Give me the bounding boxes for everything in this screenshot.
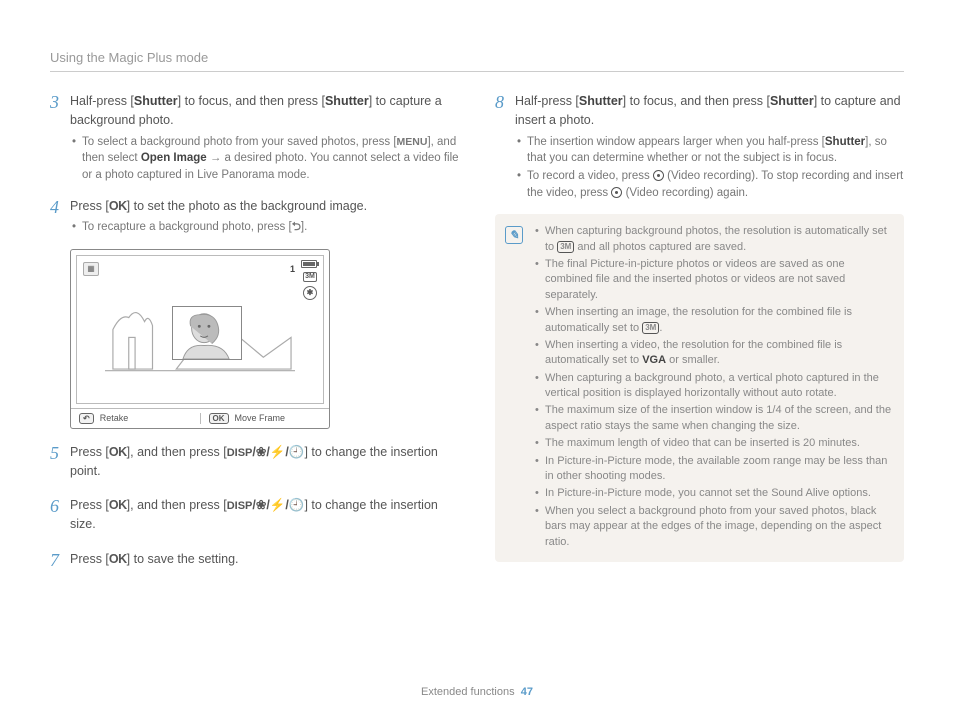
right-column: 8 Half-press [Shutter] to focus, and the… — [495, 92, 904, 585]
resolution-icon: 3M — [303, 272, 317, 282]
battery-icon — [301, 260, 317, 268]
note-icon: ✎ — [505, 226, 523, 244]
step-6: 6 Press [OK], and then press [DISP/❀/⚡/🕘… — [50, 496, 459, 538]
note-box: ✎ When capturing background photos, the … — [495, 214, 904, 562]
step-number: 4 — [50, 197, 66, 237]
page-header: Using the Magic Plus mode — [50, 50, 904, 72]
step-text: Half-press [Shutter] to focus, and then … — [70, 92, 459, 130]
step-number: 5 — [50, 443, 66, 485]
step-4: 4 Press [OK] to set the photo as the bac… — [50, 197, 459, 237]
ok-button-icon: OK — [209, 413, 229, 424]
step-sub-bullet: The insertion window appears larger when… — [515, 134, 904, 167]
step-text: Half-press [Shutter] to focus, and then … — [515, 92, 904, 130]
note-item: When inserting a video, the resolution f… — [533, 338, 894, 369]
step-sub-bullet: To recapture a background photo, press [… — [70, 219, 459, 236]
step-sub-bullet: To select a background photo from your s… — [70, 134, 459, 184]
retake-label: Retake — [100, 413, 129, 423]
insertion-frame — [172, 306, 242, 360]
content-columns: 3 Half-press [Shutter] to focus, and the… — [50, 92, 904, 585]
note-item: The final Picture-in-picture photos or v… — [533, 257, 894, 303]
step-number: 6 — [50, 496, 66, 538]
record-icon — [611, 187, 622, 198]
note-item: When inserting an image, the resolution … — [533, 305, 894, 336]
page-footer: Extended functions 47 — [0, 686, 954, 698]
step-7: 7 Press [OK] to save the setting. — [50, 550, 459, 573]
note-item: In Picture-in-Picture mode, you cannot s… — [533, 486, 894, 501]
step-text: Press [OK], and then press [DISP/❀/⚡/🕘] … — [70, 443, 459, 481]
step-text: Press [OK] to set the photo as the backg… — [70, 197, 459, 216]
step-number: 3 — [50, 92, 66, 185]
note-item: In Picture-in-Picture mode, the availabl… — [533, 454, 894, 485]
mode-icon: ▦ — [83, 262, 99, 276]
note-item: When you select a background photo from … — [533, 504, 894, 550]
left-column: 3 Half-press [Shutter] to focus, and the… — [50, 92, 459, 585]
camera-screen-illustration: ▦ 1 3M ✱ — [70, 249, 330, 429]
counter: 1 — [290, 264, 295, 274]
footer-section: Extended functions — [421, 686, 515, 698]
record-icon — [653, 170, 664, 181]
step-3: 3 Half-press [Shutter] to focus, and the… — [50, 92, 459, 185]
note-item: The maximum length of video that can be … — [533, 436, 894, 451]
step-number: 7 — [50, 550, 66, 573]
move-frame-label: Move Frame — [235, 413, 286, 423]
note-item: The maximum size of the insertion window… — [533, 403, 894, 434]
page-number: 47 — [521, 686, 533, 698]
step-text: Press [OK], and then press [DISP/❀/⚡/🕘] … — [70, 496, 459, 534]
step-number: 8 — [495, 92, 511, 202]
note-item: When capturing a background photo, a ver… — [533, 371, 894, 402]
step-5: 5 Press [OK], and then press [DISP/❀/⚡/🕘… — [50, 443, 459, 485]
note-item: When capturing background photos, the re… — [533, 224, 894, 255]
step-sub-bullet: To record a video, press (Video recordin… — [515, 168, 904, 201]
step-text: Press [OK] to save the setting. — [70, 550, 459, 569]
step-8: 8 Half-press [Shutter] to focus, and the… — [495, 92, 904, 202]
retake-button-icon: ↶ — [79, 413, 94, 424]
